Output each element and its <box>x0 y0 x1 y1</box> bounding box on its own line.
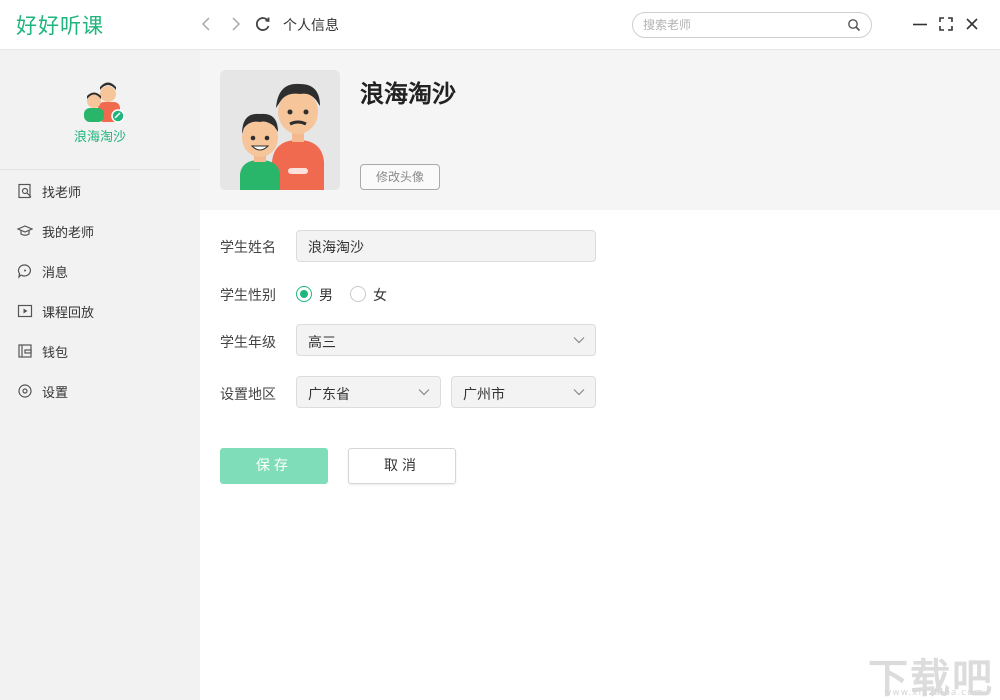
chevron-down-icon <box>418 389 430 396</box>
grade-select[interactable]: 高三 <box>296 324 596 356</box>
sidebar-item-playback[interactable]: 课程回放 <box>0 291 200 331</box>
chevron-left-icon <box>201 17 210 31</box>
watermark-url: www.xiazaiba.com <box>884 688 984 698</box>
minimize-icon <box>913 23 927 26</box>
gender-female-radio[interactable] <box>350 286 366 302</box>
province-select[interactable]: 广东省 <box>296 376 441 408</box>
forward-button[interactable] <box>224 12 246 36</box>
cancel-button[interactable]: 取消 <box>348 448 456 484</box>
change-avatar-button[interactable]: 修改头像 <box>360 164 440 190</box>
sidebar-item-messages[interactable]: 消息 <box>0 251 200 291</box>
sidebar-profile[interactable]: 浪海淘沙 <box>0 50 200 170</box>
student-grade-label: 学生年级 <box>220 335 276 351</box>
chevron-right-icon <box>232 17 241 31</box>
student-gender-label: 学生性别 <box>220 288 276 304</box>
student-name-field[interactable] <box>296 230 596 262</box>
save-button[interactable]: 保存 <box>220 448 328 484</box>
profile-name: 浪海淘沙 <box>360 80 456 108</box>
avatar-icon <box>84 82 125 123</box>
graduation-cap-icon <box>17 225 33 236</box>
sidebar-item-my-teachers[interactable]: 我的老师 <box>0 211 200 251</box>
sidebar-item-settings[interactable]: 设置 <box>0 371 200 411</box>
sidebar-item-label: 消息 <box>42 266 69 281</box>
title-bar: 好好听课 个人信息 <box>0 0 1000 50</box>
region-label: 设置地区 <box>220 387 276 403</box>
avatar-icon <box>220 70 340 190</box>
student-name-input[interactable] <box>308 237 578 257</box>
close-icon <box>966 18 978 30</box>
profile-header: 浪海淘沙 修改头像 <box>200 50 1000 210</box>
sidebar-item-find-teacher[interactable]: 找老师 <box>0 171 200 211</box>
sidebar-item-label: 课程回放 <box>42 306 95 321</box>
sidebar-item-wallet[interactable]: 钱包 <box>0 331 200 371</box>
chevron-down-icon <box>573 337 585 344</box>
sidebar: 浪海淘沙 找老师 我的老师 消息 课程回放 钱包 设置 <box>0 50 200 700</box>
gender-male-radio[interactable] <box>296 286 312 302</box>
page-title: 个人信息 <box>283 18 339 34</box>
gender-male-label[interactable]: 男 <box>319 285 333 305</box>
refresh-icon <box>255 17 270 31</box>
search-box[interactable] <box>632 12 872 38</box>
sidebar-item-label: 钱包 <box>42 346 69 361</box>
student-name-label: 学生姓名 <box>220 240 276 256</box>
sidebar-item-label: 我的老师 <box>42 226 95 241</box>
settings-icon <box>18 384 32 398</box>
minimize-button[interactable] <box>910 14 930 34</box>
sidebar-item-label: 设置 <box>42 386 69 401</box>
sidebar-item-label: 找老师 <box>42 186 82 201</box>
grade-select-value: 高三 <box>308 335 336 351</box>
city-select[interactable]: 广州市 <box>451 376 596 408</box>
maximize-button[interactable] <box>936 14 956 34</box>
app-logo: 好好听课 <box>16 14 104 38</box>
search-input[interactable] <box>643 16 843 34</box>
playback-icon <box>17 304 33 318</box>
city-select-value: 广州市 <box>463 387 505 403</box>
find-teacher-icon <box>18 183 32 199</box>
wallet-icon <box>18 344 32 358</box>
back-button[interactable] <box>196 12 218 36</box>
message-icon <box>17 264 31 279</box>
close-button[interactable] <box>962 14 982 34</box>
province-select-value: 广东省 <box>308 387 350 403</box>
profile-avatar <box>220 70 340 190</box>
sidebar-profile-name: 浪海淘沙 <box>73 130 126 145</box>
search-icon[interactable] <box>847 18 861 32</box>
chevron-down-icon <box>573 389 585 396</box>
gender-female-label[interactable]: 女 <box>373 285 387 305</box>
maximize-icon <box>939 17 953 31</box>
refresh-button[interactable] <box>252 12 274 36</box>
sidebar-menu: 找老师 我的老师 消息 课程回放 钱包 设置 <box>0 171 200 411</box>
